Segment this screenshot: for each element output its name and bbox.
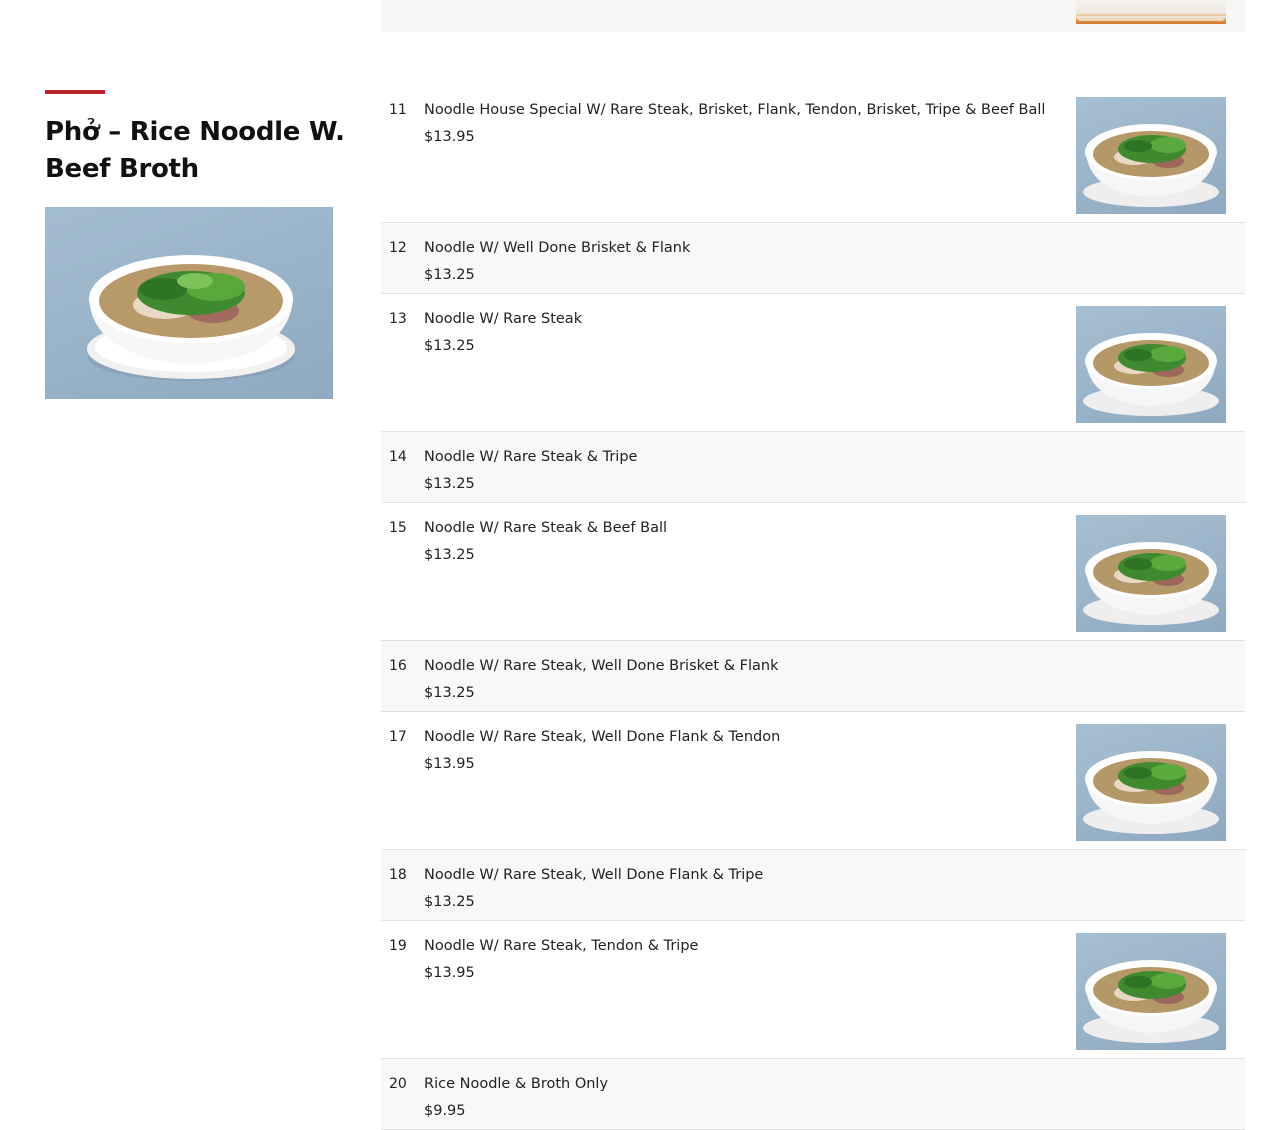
section-title: Phở – Rice Noodle W. Beef Broth	[45, 117, 345, 184]
previous-item-photo[interactable]	[1076, 0, 1226, 24]
item-price: $13.25	[424, 476, 475, 492]
item-name: Noodle W/ Rare Steak, Well Done Flank & …	[424, 729, 781, 745]
menu-item-list: 11 Noodle House Special W/ Rare Steak, B…	[381, 85, 1245, 1130]
menu-item[interactable]: 11 Noodle House Special W/ Rare Steak, B…	[381, 85, 1245, 223]
item-number: 20	[389, 1076, 407, 1092]
menu-item[interactable]: 14 Noodle W/ Rare Steak & Tripe $13.25	[381, 432, 1245, 503]
item-number: 18	[389, 867, 407, 883]
item-name: Noodle W/ Rare Steak	[424, 311, 583, 327]
item-name: Noodle W/ Well Done Brisket & Flank	[424, 240, 691, 256]
item-price: $13.25	[424, 338, 475, 354]
item-name: Noodle W/ Rare Steak & Tripe	[424, 449, 638, 465]
item-number: 11	[389, 102, 407, 118]
menu-item[interactable]: 17 Noodle W/ Rare Steak, Well Done Flank…	[381, 712, 1245, 850]
item-price: $13.25	[424, 267, 475, 283]
item-name: Noodle W/ Rare Steak, Well Done Brisket …	[424, 658, 779, 674]
section-accent-bar	[45, 90, 105, 94]
item-number: 16	[389, 658, 407, 674]
item-number: 19	[389, 938, 407, 954]
item-price: $9.95	[424, 1103, 466, 1119]
item-name: Noodle W/ Rare Steak, Well Done Flank & …	[424, 867, 764, 883]
item-name: Noodle House Special W/ Rare Steak, Bris…	[424, 102, 1046, 118]
item-price: $13.25	[424, 894, 475, 910]
item-number: 12	[389, 240, 407, 256]
item-name: Noodle W/ Rare Steak, Tendon & Tripe	[424, 938, 699, 954]
item-number: 13	[389, 311, 407, 327]
item-photo[interactable]	[1076, 306, 1226, 423]
menu-item[interactable]: 13 Noodle W/ Rare Steak $13.25	[381, 294, 1245, 432]
item-name: Noodle W/ Rare Steak & Beef Ball	[424, 520, 668, 536]
menu-item[interactable]: 12 Noodle W/ Well Done Brisket & Flank $…	[381, 223, 1245, 294]
item-price: $13.95	[424, 965, 475, 981]
item-name: Rice Noodle & Broth Only	[424, 1076, 609, 1092]
item-price: $13.95	[424, 129, 475, 145]
menu-item[interactable]: 19 Noodle W/ Rare Steak, Tendon & Tripe …	[381, 921, 1245, 1059]
menu-item[interactable]: 15 Noodle W/ Rare Steak & Beef Ball $13.…	[381, 503, 1245, 641]
item-price: $13.25	[424, 547, 475, 563]
item-photo[interactable]	[1076, 933, 1226, 1050]
item-photo[interactable]	[1076, 515, 1226, 632]
item-price: $13.95	[424, 756, 475, 772]
item-number: 17	[389, 729, 407, 745]
menu-item[interactable]: 16 Noodle W/ Rare Steak, Well Done Brisk…	[381, 641, 1245, 712]
item-photo[interactable]	[1076, 724, 1226, 841]
item-number: 14	[389, 449, 407, 465]
item-photo[interactable]	[1076, 97, 1226, 214]
item-number: 15	[389, 520, 407, 536]
menu-item[interactable]: 20 Rice Noodle & Broth Only $9.95	[381, 1059, 1245, 1130]
menu-item[interactable]: 18 Noodle W/ Rare Steak, Well Done Flank…	[381, 850, 1245, 921]
item-price: $13.25	[424, 685, 475, 701]
section-hero-photo	[45, 207, 333, 399]
